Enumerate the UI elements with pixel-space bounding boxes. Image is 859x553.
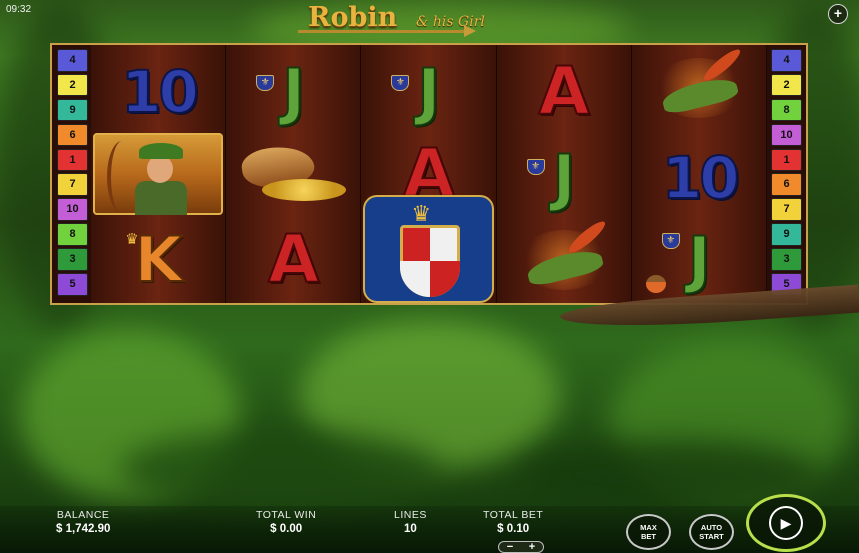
- game-logo: Robin & his Girl: [268, 0, 538, 42]
- robin-hood-image: [93, 133, 223, 215]
- payline-left-8: 8: [57, 223, 88, 246]
- auto-start-button[interactable]: AUTO START: [689, 514, 734, 550]
- symbol-hat: [632, 45, 767, 131]
- lines-value: 10: [404, 523, 417, 535]
- payline-right-10: 10: [771, 123, 802, 147]
- balance-label: BALANCE: [56, 509, 110, 521]
- fleur-de-lis-icon: ⚜: [256, 75, 275, 91]
- payline-left-4: 4: [57, 49, 88, 72]
- total-win-display: TOTAL WIN $ 0.00: [256, 509, 316, 535]
- total-bet-display: TOTAL BET $ 0.10: [483, 509, 543, 535]
- symbol-10: 10: [120, 58, 200, 126]
- logo-title: Robin: [308, 2, 398, 33]
- crown-icon: ♛: [125, 231, 139, 248]
- robin-bird-icon: [645, 275, 666, 293]
- payline-right-4: 4: [771, 49, 802, 72]
- balance-display: BALANCE $ 1,742.90: [56, 509, 110, 535]
- total-bet-label: TOTAL BET: [483, 509, 544, 521]
- symbol-a: A: [538, 53, 591, 130]
- lines-label: LINES: [394, 509, 427, 521]
- symbol-a: A: [267, 221, 320, 298]
- symbol-hat: [497, 217, 632, 303]
- reel-1: 10 ♛ K: [91, 45, 227, 303]
- symbol-purse: [226, 131, 361, 217]
- reel-2: ⚜ J A: [226, 45, 362, 303]
- payline-right-7: 7: [771, 198, 802, 221]
- symbol-10: 10: [661, 144, 741, 212]
- payline-right-3: 3: [771, 248, 802, 271]
- plus-icon: +: [833, 5, 843, 21]
- payline-left-10: 10: [57, 198, 88, 221]
- total-win-value: $ 0.00: [270, 523, 303, 535]
- payline-left-9: 9: [57, 98, 88, 122]
- payline-column-right: 4 2 8 10 1 6 7 9 3 5: [771, 49, 803, 298]
- total-win-label: TOTAL WIN: [256, 509, 317, 521]
- total-bet-value: $ 0.10: [497, 523, 530, 535]
- fleur-de-lis-icon: ⚜: [526, 159, 545, 175]
- payline-right-6: 6: [771, 173, 802, 196]
- reels: 10 ♛ K ⚜ J A ⚜ J A ♛ A ⚜ J 10 ⚜ J: [91, 45, 767, 303]
- bet-adjuster: − +: [498, 541, 544, 553]
- payline-right-1: 1: [771, 148, 802, 172]
- payline-right-2: 2: [771, 73, 802, 97]
- bet-decrease-button[interactable]: −: [507, 542, 513, 553]
- menu-button[interactable]: +: [828, 4, 848, 24]
- reel-4: A ⚜ J: [496, 45, 632, 303]
- payline-left-6: 6: [57, 123, 88, 147]
- spin-button[interactable]: ▶: [746, 494, 826, 552]
- symbol-j: ⚜ J: [497, 135, 632, 221]
- symbol-robin: [91, 131, 226, 217]
- reel-5: 10 ⚜ J: [631, 45, 767, 303]
- symbol-k: ♛ K: [91, 217, 226, 303]
- clock: 09:32: [6, 4, 32, 15]
- max-bet-button[interactable]: MAX BET: [626, 514, 671, 550]
- bet-increase-button[interactable]: +: [529, 542, 535, 553]
- payline-left-2: 2: [57, 73, 88, 97]
- symbol-j: ⚜ J: [226, 49, 361, 135]
- arrow-icon: [298, 30, 468, 33]
- reel-frame: 4 2 9 6 1 7 10 8 3 5 10 ♛ K ⚜ J A ⚜ J A …: [50, 43, 808, 305]
- payline-left-7: 7: [57, 173, 88, 196]
- shield-crest-image: ♛: [363, 195, 495, 303]
- payline-left-5: 5: [57, 273, 88, 296]
- reel-3: ⚜ J A ♛: [361, 45, 497, 303]
- payline-left-1: 1: [57, 148, 88, 172]
- payline-right-8: 8: [771, 98, 802, 122]
- payline-right-9: 9: [771, 223, 802, 246]
- feathered-hat-image: [509, 217, 619, 295]
- fleur-de-lis-icon: ⚜: [391, 75, 410, 91]
- lines-display: LINES 10: [394, 509, 427, 535]
- symbol-j: ⚜ J: [632, 217, 767, 303]
- payline-left-3: 3: [57, 248, 88, 271]
- gold-purse-image: [236, 139, 350, 209]
- balance-value: $ 1,742.90: [56, 523, 111, 535]
- symbol-j: ⚜ J: [361, 49, 496, 135]
- fleur-de-lis-icon: ⚜: [661, 233, 680, 249]
- payline-column-left: 4 2 9 6 1 7 10 8 3 5: [57, 49, 89, 298]
- spin-icon: ▶: [769, 506, 803, 540]
- feathered-hat-image: [644, 45, 754, 123]
